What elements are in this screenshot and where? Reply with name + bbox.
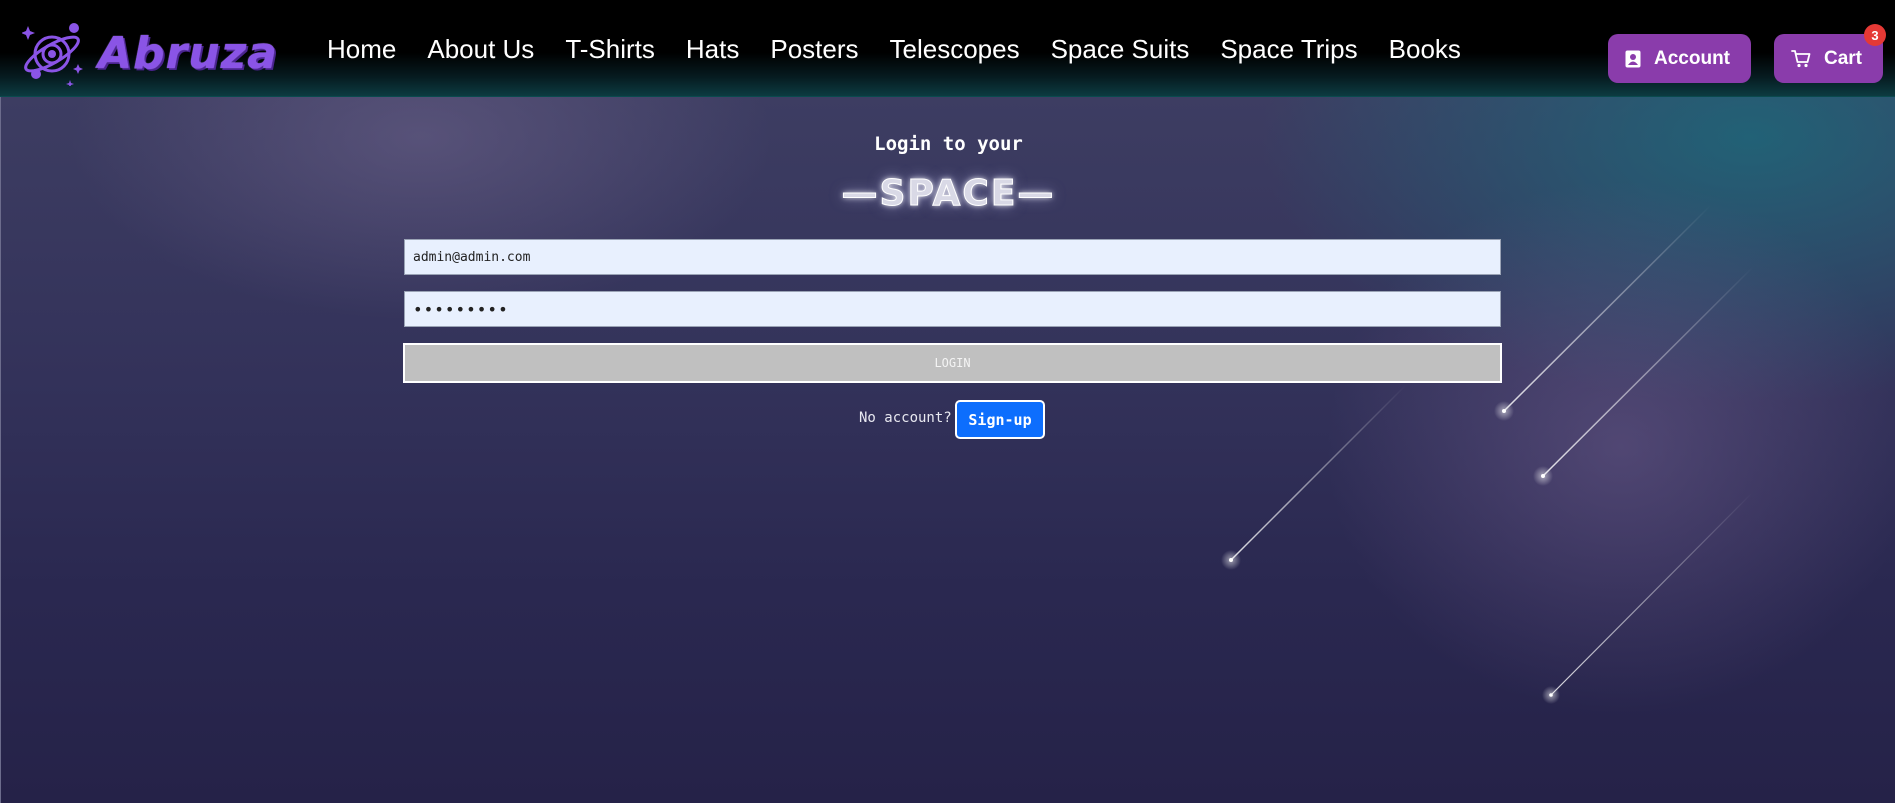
- nav-item-hats[interactable]: Hats: [686, 34, 739, 65]
- account-button-label: Account: [1654, 47, 1730, 69]
- site-header: Abruza Home About Us T-Shirts Hats Poste…: [0, 0, 1895, 97]
- cart-icon: [1791, 49, 1811, 68]
- nav-item-books[interactable]: Books: [1389, 34, 1461, 65]
- user-badge-icon: [1625, 50, 1641, 68]
- account-button[interactable]: Account: [1608, 34, 1751, 83]
- password-field[interactable]: [404, 291, 1501, 327]
- shooting-star-2: [1533, 266, 1754, 486]
- nav-item-about-us[interactable]: About Us: [427, 34, 534, 65]
- nav-item-posters[interactable]: Posters: [770, 34, 858, 65]
- login-heading: Login to your: [874, 133, 1023, 155]
- nav-item-telescopes[interactable]: Telescopes: [890, 34, 1020, 65]
- nav-item-t-shirts[interactable]: T-Shirts: [565, 34, 655, 65]
- signup-button[interactable]: Sign-up: [955, 400, 1045, 439]
- login-page-background: Login to your —SPACE— LOGIN No account? …: [0, 97, 1895, 803]
- space-title: —SPACE—: [841, 173, 1056, 215]
- main-nav: Home About Us T-Shirts Hats Posters Tele…: [327, 34, 1492, 65]
- planet-logo-icon: [22, 20, 88, 86]
- cart-button[interactable]: Cart 3: [1774, 24, 1886, 83]
- nav-item-home[interactable]: Home: [327, 34, 396, 65]
- login-button[interactable]: LOGIN: [403, 343, 1502, 383]
- nav-item-space-suits[interactable]: Space Suits: [1051, 34, 1190, 65]
- no-account-label: No account?: [859, 410, 952, 426]
- brand-name: Abruza: [98, 27, 278, 79]
- email-field[interactable]: [404, 239, 1501, 275]
- cart-count-badge: 3: [1864, 24, 1886, 46]
- cart-button-label: Cart: [1824, 47, 1863, 69]
- shooting-star-4: [1542, 491, 1754, 704]
- shooting-star-1: [1494, 204, 1712, 421]
- brand-logo[interactable]: Abruza: [22, 18, 278, 88]
- shooting-star-3: [1221, 384, 1407, 570]
- nav-item-space-trips[interactable]: Space Trips: [1220, 34, 1357, 65]
